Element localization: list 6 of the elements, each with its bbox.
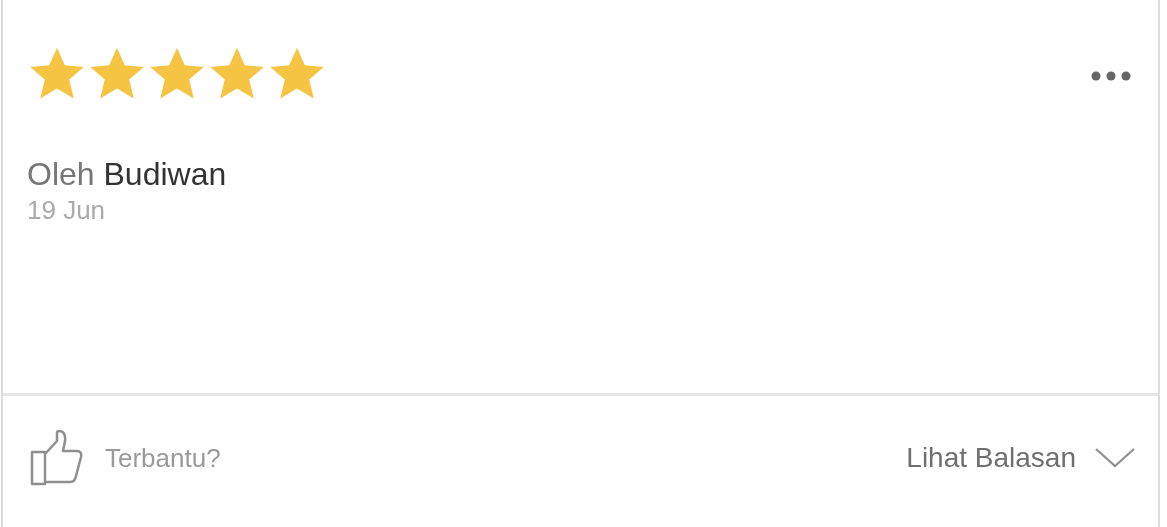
thumbs-up-icon[interactable] <box>29 430 85 486</box>
view-replies-button[interactable]: Lihat Balasan <box>906 437 1136 479</box>
reviewer-name: Oleh Budiwan <box>27 155 227 194</box>
helpful-label[interactable]: Terbantu? <box>105 438 221 478</box>
review-date: 19 Jun <box>27 194 106 226</box>
more-icon[interactable] <box>1091 71 1131 81</box>
